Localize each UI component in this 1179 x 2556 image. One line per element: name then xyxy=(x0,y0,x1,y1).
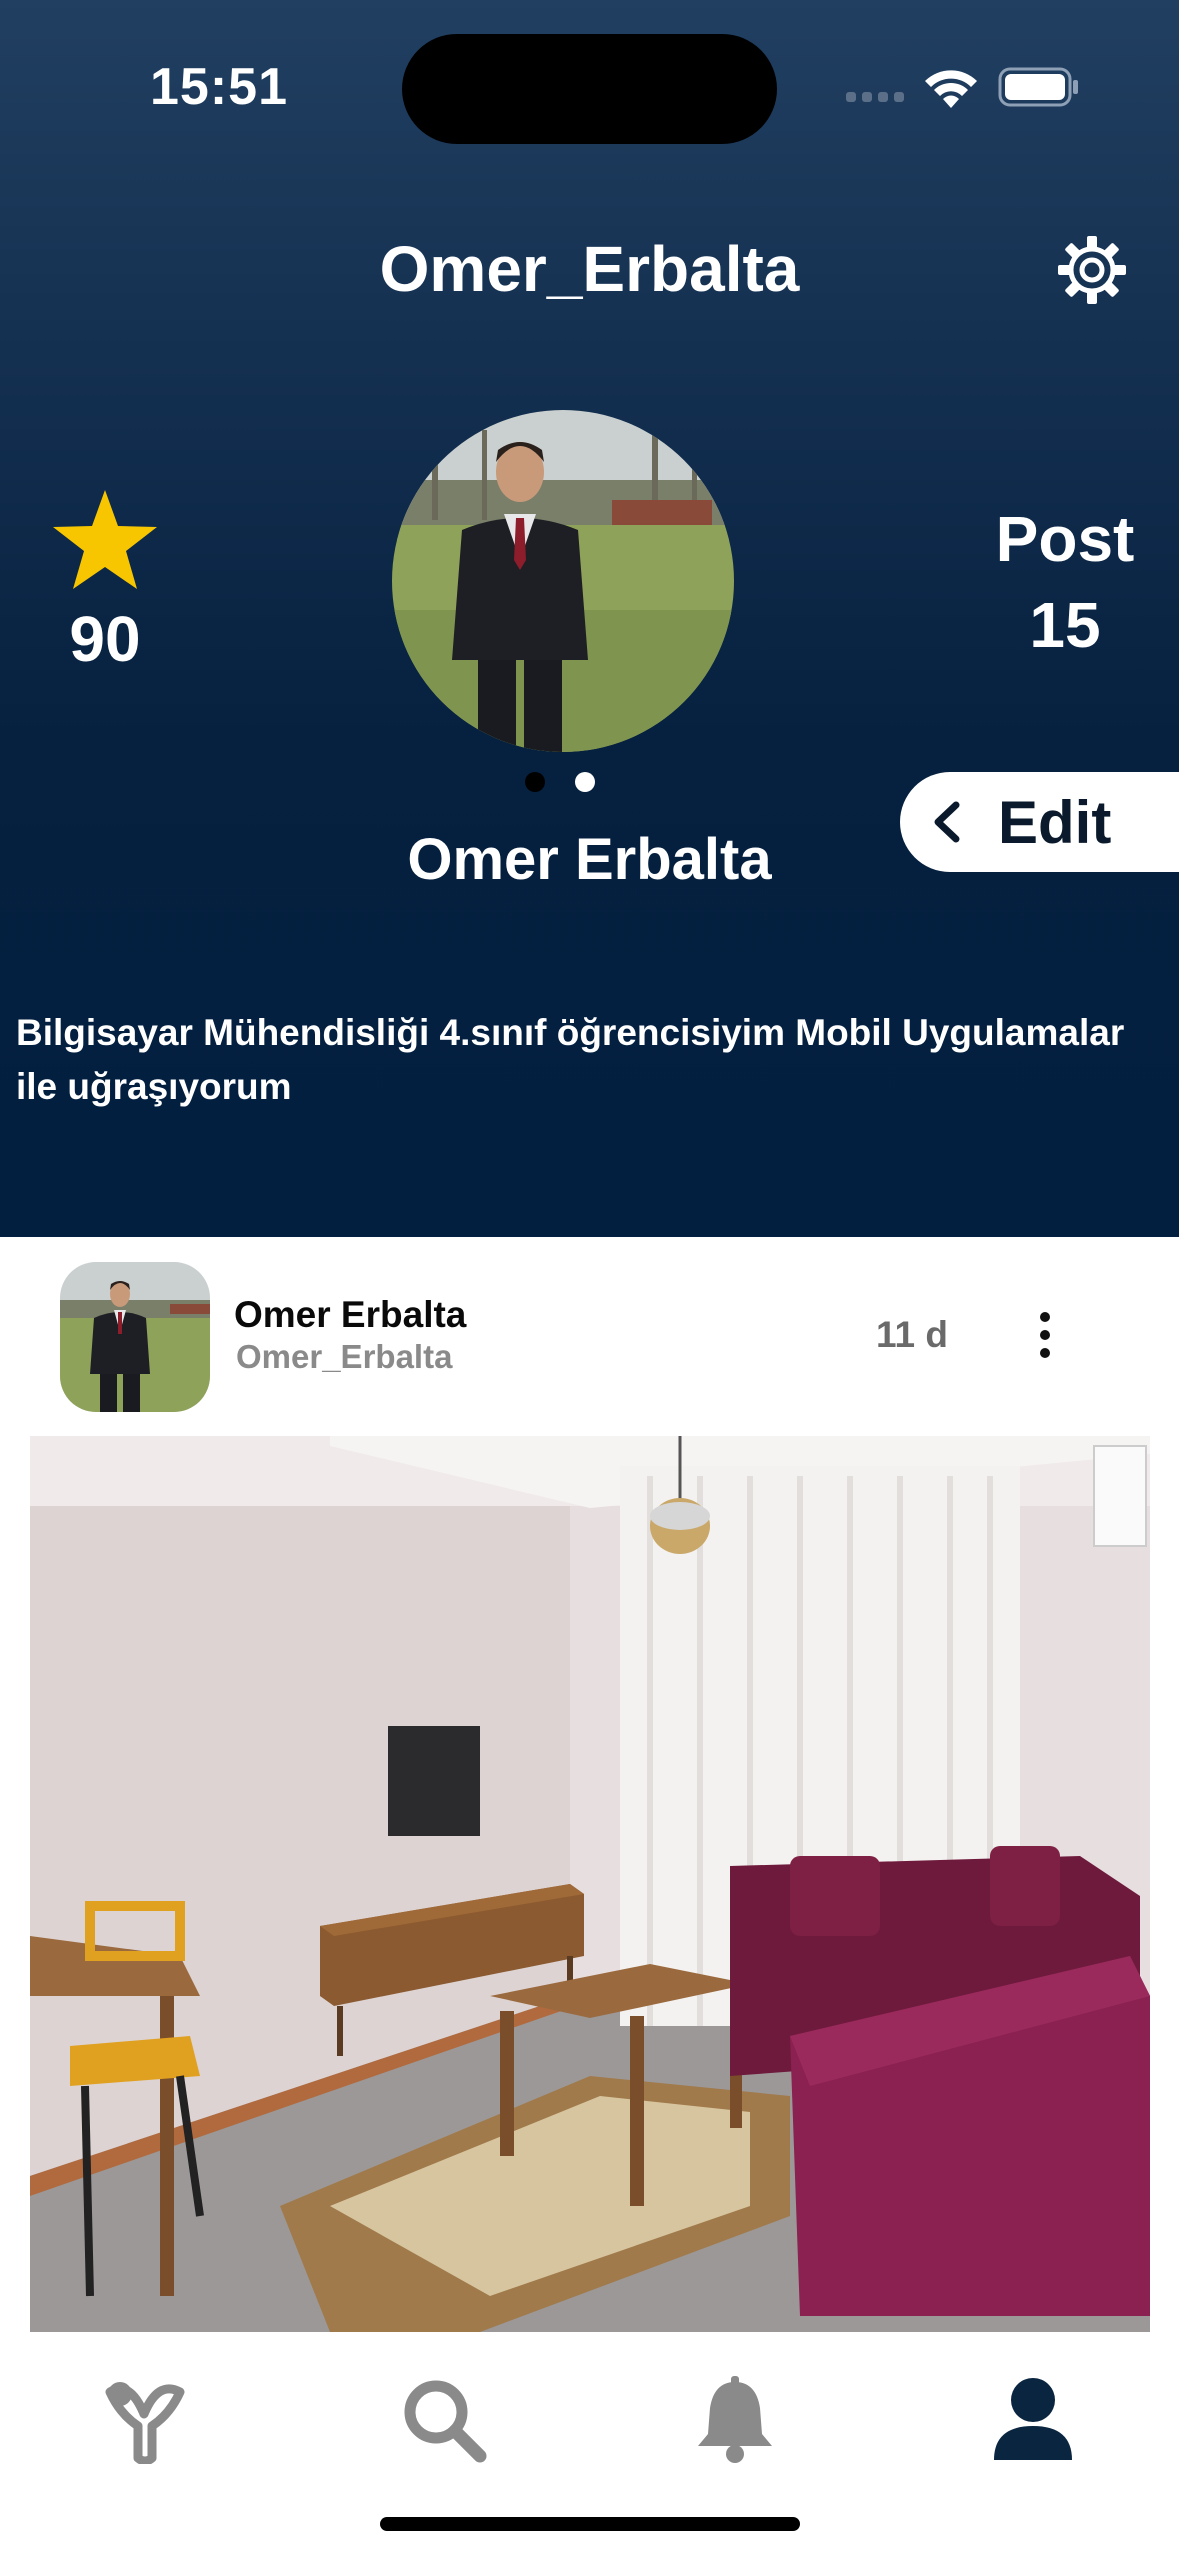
profile-icon[interactable] xyxy=(988,2374,1078,2464)
edit-button-label: Edit xyxy=(998,788,1112,856)
home-indicator xyxy=(380,2517,800,2531)
post-stat-label: Post xyxy=(995,503,1135,575)
star-icon xyxy=(53,490,157,589)
edit-profile-button[interactable]: Edit xyxy=(900,772,1179,872)
gear-icon[interactable] xyxy=(1056,234,1128,306)
living-room-photo xyxy=(30,1436,1150,2332)
post-author-avatar[interactable] xyxy=(60,1262,210,1412)
post-timestamp: 11 d xyxy=(876,1314,948,1355)
post-avatar-photo xyxy=(60,1262,210,1412)
search-icon[interactable] xyxy=(398,2374,488,2464)
more-options-icon[interactable] xyxy=(1030,1310,1060,1360)
profile-header: 15:51 Omer_Erbalta 90 Post 15 Omer Erbal… xyxy=(0,0,1179,1237)
profile-username-title: Omer_Erbalta xyxy=(379,233,800,305)
wifi-icon xyxy=(925,70,977,108)
post-stat-count: 15 xyxy=(1029,589,1101,661)
status-time: 15:51 xyxy=(150,58,288,116)
profile-avatar[interactable] xyxy=(392,410,734,752)
dynamic-island xyxy=(402,34,777,144)
profile-bio: Bilgisayar Mühendisliği 4.sınıf öğrencis… xyxy=(16,1012,1125,1107)
post-author-handle: Omer_Erbalta xyxy=(236,1338,453,1375)
home-logo-icon[interactable] xyxy=(100,2374,190,2464)
bell-icon[interactable] xyxy=(690,2374,780,2464)
avatar-page-indicator xyxy=(525,772,605,794)
avatar-photo xyxy=(392,410,734,752)
chevron-left-icon xyxy=(934,801,960,843)
star-score: 90 xyxy=(40,488,170,676)
post-stat: Post 15 xyxy=(980,502,1150,662)
post-image[interactable] xyxy=(30,1436,1150,2332)
battery-icon xyxy=(998,67,1078,107)
post-author-name[interactable]: Omer Erbalta xyxy=(234,1294,466,1336)
star-count: 90 xyxy=(69,603,141,675)
cellular-signal-icon xyxy=(846,92,906,104)
